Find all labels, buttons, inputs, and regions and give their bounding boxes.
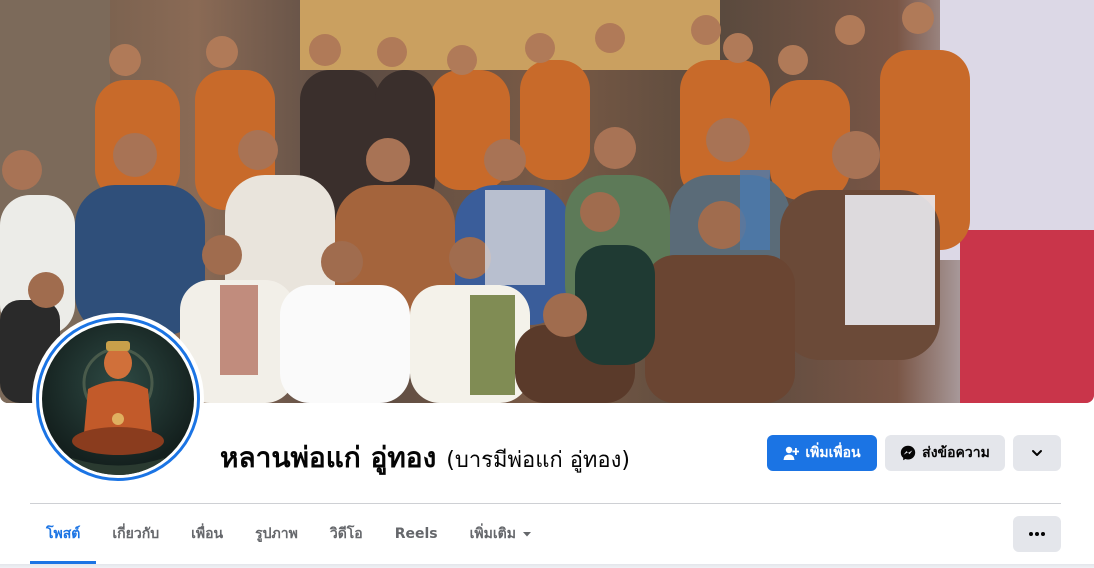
add-friend-button[interactable]: เพิ่มเพื่อน: [767, 435, 877, 471]
tab-posts[interactable]: โพสต์: [30, 504, 97, 564]
tab-label: เพิ่มเติม: [469, 526, 516, 542]
profile-name-row: หลานพ่อแก่ อู่ทอง (บารมีพ่อแก่ อู่ทอง): [220, 436, 630, 480]
message-label: ส่งข้อความ: [922, 445, 990, 461]
tab-reels[interactable]: Reels: [379, 504, 454, 564]
profile-tabs: โพสต์ เกี่ยวกับ เพื่อน รูปภาพ วิดีโอ Ree…: [30, 504, 548, 564]
more-options-button[interactable]: [1013, 516, 1061, 552]
messenger-icon: [900, 445, 916, 461]
profile-page: หลานพ่อแก่ อู่ทอง (บารมีพ่อแก่ อู่ทอง) เ…: [0, 0, 1094, 568]
profile-avatar[interactable]: [32, 313, 204, 485]
profile-name: หลานพ่อแก่ อู่ทอง: [220, 441, 437, 474]
profile-options-dropdown[interactable]: [1013, 435, 1061, 471]
tab-photos[interactable]: รูปภาพ: [239, 504, 314, 564]
message-button[interactable]: ส่งข้อความ: [885, 435, 1005, 471]
tab-label: เพื่อน: [191, 526, 224, 542]
profile-alternate-name: (บารมีพ่อแก่ อู่ทอง): [446, 448, 630, 473]
caret-down-icon: [522, 532, 531, 537]
hanuman-figure-icon: [72, 341, 164, 475]
tab-label: โพสต์: [46, 526, 81, 542]
tab-label: Reels: [394, 526, 438, 542]
avatar-image: [42, 323, 194, 475]
person-plus-icon: [783, 446, 800, 460]
ellipsis-icon: [1029, 532, 1045, 536]
tab-about[interactable]: เกี่ยวกับ: [96, 504, 175, 564]
tab-more[interactable]: เพิ่มเติม: [454, 504, 548, 564]
header-bottom-edge: [0, 564, 1094, 568]
tab-friends[interactable]: เพื่อน: [175, 504, 239, 564]
tab-label: เกี่ยวกับ: [112, 526, 160, 542]
add-friend-label: เพิ่มเพื่อน: [805, 445, 861, 461]
tab-videos[interactable]: วิดีโอ: [314, 504, 379, 564]
story-ring: [36, 317, 200, 481]
chevron-down-icon: [1032, 450, 1042, 456]
tab-label: รูปภาพ: [255, 526, 298, 542]
tab-label: วิดีโอ: [329, 526, 363, 542]
